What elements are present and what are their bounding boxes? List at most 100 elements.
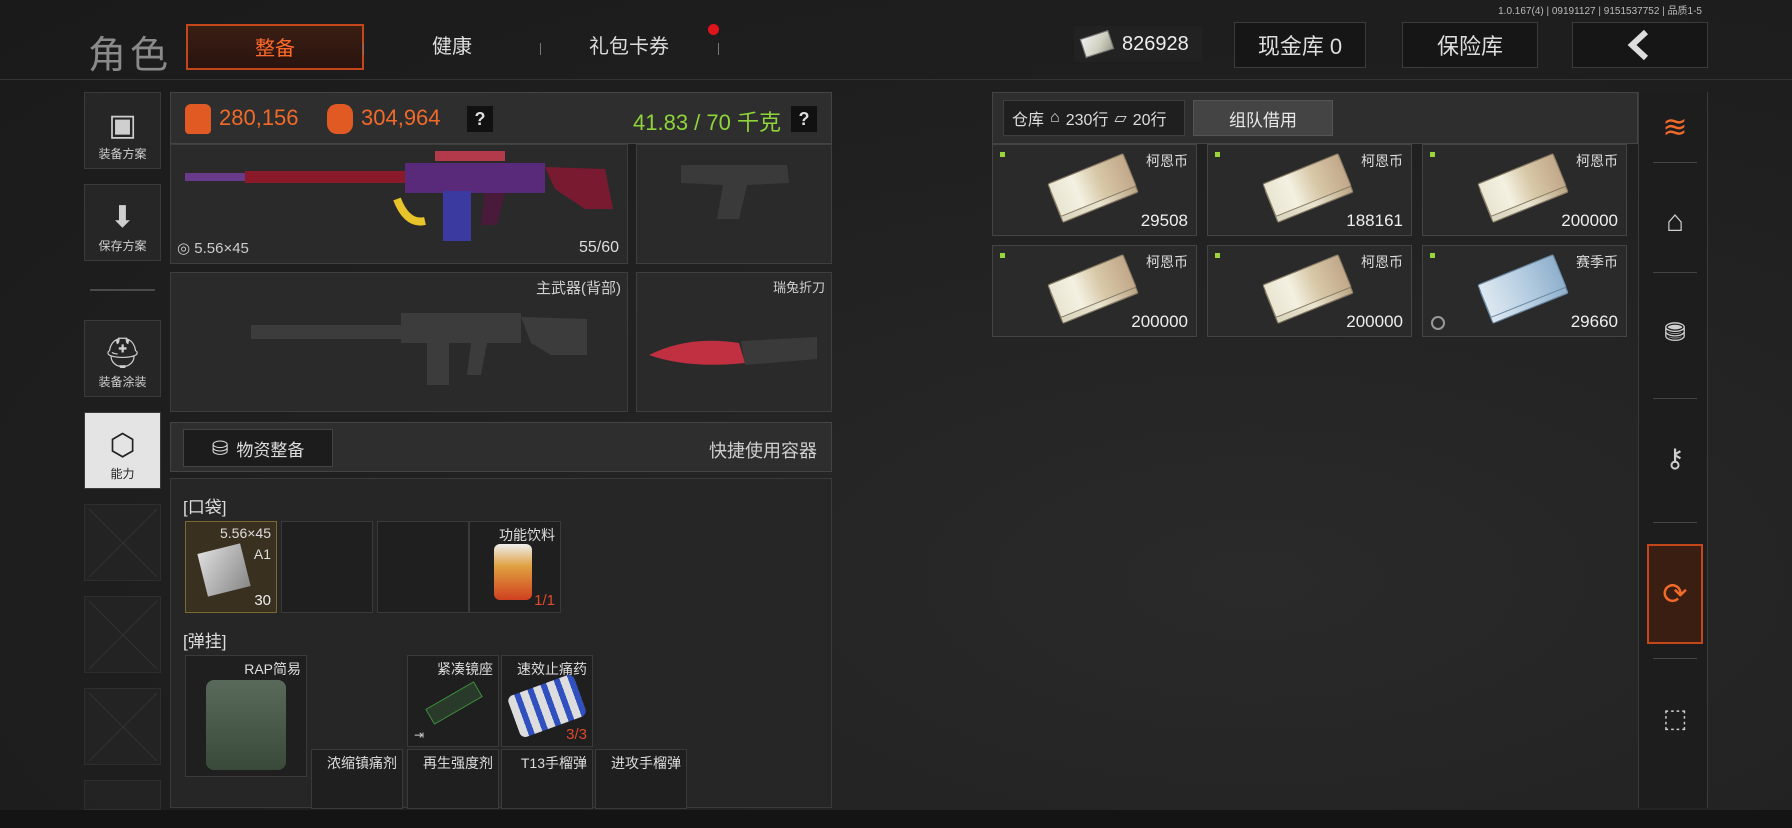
- rig-label-text: 弹挂: [187, 632, 222, 651]
- pocket-empty-slot[interactable]: [377, 521, 469, 613]
- weight-help-icon[interactable]: ?: [791, 106, 817, 132]
- tab-gift-cards[interactable]: 礼包卡券: [544, 24, 714, 70]
- new-indicator: [1000, 152, 1005, 157]
- knife-slot[interactable]: 瑞兔折刀: [636, 272, 832, 412]
- pistol-slot[interactable]: [636, 144, 832, 264]
- rig-regen-item[interactable]: 再生强度剂: [407, 749, 499, 809]
- new-indicator: [1215, 152, 1220, 157]
- new-indicator: [1215, 253, 1220, 258]
- sidenav-label: 装备方案: [98, 147, 147, 161]
- warehouse-item[interactable]: 柯恩币 200000: [1207, 245, 1412, 337]
- cash-icon: [1079, 29, 1115, 59]
- warehouse-item[interactable]: 柯恩币 29508: [992, 144, 1197, 236]
- home-icon[interactable]: ⌂: [1647, 172, 1703, 272]
- home-icon: ⌂: [1050, 109, 1060, 126]
- chest-rig-icon: [206, 680, 286, 770]
- cash-vault-button[interactable]: 现金库 0: [1234, 22, 1366, 68]
- rail-divider: [1653, 658, 1697, 659]
- vest-icon: ▣: [108, 109, 137, 142]
- item-amount: 188161: [1346, 211, 1403, 230]
- item-name: 柯恩币: [1146, 254, 1188, 270]
- back-arrow-icon: [1627, 30, 1649, 60]
- sidenav-label: 保存方案: [98, 239, 147, 253]
- supplies-bar: ⛁ 物资整备 快捷使用容器: [170, 422, 832, 472]
- energy-drink-icon: [494, 544, 532, 600]
- secondary-weapon-slot[interactable]: 主武器(背部): [170, 272, 628, 412]
- warehouse-item[interactable]: 柯恩币 200000: [992, 245, 1197, 337]
- rig-frag-grenade-item[interactable]: 进攻手榴弹: [595, 749, 687, 809]
- sidenav-paint[interactable]: ⛑ 装备涂装: [84, 320, 161, 397]
- item-name: 功能饮料: [499, 527, 555, 543]
- rail-divider: [1653, 162, 1697, 163]
- item-amount: 200000: [1346, 312, 1403, 331]
- tab-loadout[interactable]: 整备: [186, 24, 364, 70]
- warehouse-item[interactable]: 柯恩币 188161: [1207, 144, 1412, 236]
- sidenav-loadout-plan[interactable]: ▣ 装备方案: [84, 92, 161, 169]
- warehouse-label: 仓库: [1012, 112, 1045, 129]
- sort-icon[interactable]: ≋: [1647, 102, 1703, 152]
- rig-analgesic-item[interactable]: 浓缩镇痛剂: [311, 749, 403, 809]
- banknote-stack-icon: [1477, 152, 1569, 224]
- scope-mount-icon: [425, 681, 483, 725]
- item-amount: 200000: [1561, 211, 1618, 230]
- rifle-silhouette-icon: [251, 313, 587, 385]
- warehouse-rows: 230行: [1065, 112, 1109, 129]
- rig-scope-mount-item[interactable]: 紧凑镜座 ⇥: [407, 655, 499, 747]
- export-icon: ⇥: [414, 728, 425, 742]
- quick-container-label[interactable]: 快捷使用容器: [709, 437, 817, 463]
- warehouse-bar: 仓库 ⌂ 230行 ▱ 20行 组队借用: [992, 92, 1638, 144]
- item-name: 柯恩币: [1361, 254, 1403, 270]
- sidenav-empty-slot: [84, 504, 161, 581]
- rig-painkiller-item[interactable]: 速效止痛药 3/3: [501, 655, 593, 747]
- new-indicator: [1430, 152, 1435, 157]
- item-name: 浓缩镇痛剂: [327, 755, 397, 771]
- rail-divider: [1653, 522, 1697, 523]
- ability-icon: ⬡: [109, 429, 136, 462]
- sidenav-empty-slot: [84, 688, 161, 765]
- pocket-empty-slot[interactable]: [281, 521, 373, 613]
- tab-health[interactable]: 健康: [366, 24, 538, 70]
- pocket-label-text: 口袋: [187, 498, 222, 517]
- sidenav-save-plan[interactable]: ⬇ 保存方案: [84, 184, 161, 261]
- safe-box-button[interactable]: 保险库: [1402, 22, 1538, 68]
- item-name: 进攻手榴弹: [611, 755, 681, 771]
- box-icon[interactable]: ⬚: [1647, 668, 1703, 768]
- ticket-icon: ▱: [1114, 110, 1127, 127]
- slot-label: 瑞兔折刀: [772, 280, 825, 295]
- pocket-drink-item[interactable]: 功能饮料 1/1: [469, 521, 561, 613]
- item-name: 5.56×45: [220, 525, 271, 541]
- item-name: 再生强度剂: [423, 755, 493, 771]
- knife-icon: [649, 337, 817, 365]
- season-currency-icon: [1431, 316, 1445, 330]
- tab-divider: [363, 43, 364, 55]
- item-name: 紧凑镜座: [437, 661, 493, 677]
- warehouse-capacity[interactable]: 仓库 ⌂ 230行 ▱ 20行: [1003, 100, 1185, 136]
- sidenav-label: 能力: [110, 467, 135, 481]
- item-name: T13手榴弹: [520, 755, 587, 771]
- team-borrow-button[interactable]: 组队借用: [1193, 100, 1333, 136]
- rail-divider: [1653, 398, 1697, 399]
- key-icon[interactable]: ⚷: [1647, 408, 1703, 508]
- pocket-ammo-item[interactable]: 5.56×45 A1 30: [185, 521, 277, 613]
- warehouse-item[interactable]: 赛季币 29660: [1422, 245, 1627, 337]
- warehouse-item[interactable]: 柯恩币 200000: [1422, 144, 1627, 236]
- banknote-stack-icon: [1047, 152, 1139, 224]
- supplies-button-label: 物资整备: [236, 440, 305, 460]
- download-icon: ⬇: [109, 201, 136, 234]
- exchange-icon[interactable]: ⛃: [1647, 282, 1703, 382]
- supplies-button[interactable]: ⛁ 物资整备: [183, 429, 333, 467]
- caliber-text: 5.56×45: [194, 240, 249, 257]
- rig-vest-item[interactable]: RAP简易: [185, 655, 307, 777]
- armor-value: 280,156: [219, 105, 299, 130]
- loot-icon[interactable]: ⟳: [1647, 544, 1703, 644]
- page-title: 角色: [88, 33, 173, 77]
- value-help-icon[interactable]: ?: [467, 106, 493, 132]
- back-button[interactable]: [1572, 22, 1708, 68]
- backpack-value: 304,964: [361, 105, 441, 130]
- rig-t13-grenade-item[interactable]: T13手榴弹: [501, 749, 593, 809]
- rig-label: [弹挂]: [183, 632, 227, 651]
- sidenav-ability[interactable]: ⬡ 能力: [84, 412, 161, 489]
- primary-weapon-slot[interactable]: ◎ 5.56×45 55/60: [170, 144, 628, 264]
- right-rail: ≋ ⌂ ⛃ ⚷ ⟳ ⬚: [1638, 92, 1708, 808]
- extra-rows: 20行: [1132, 112, 1167, 129]
